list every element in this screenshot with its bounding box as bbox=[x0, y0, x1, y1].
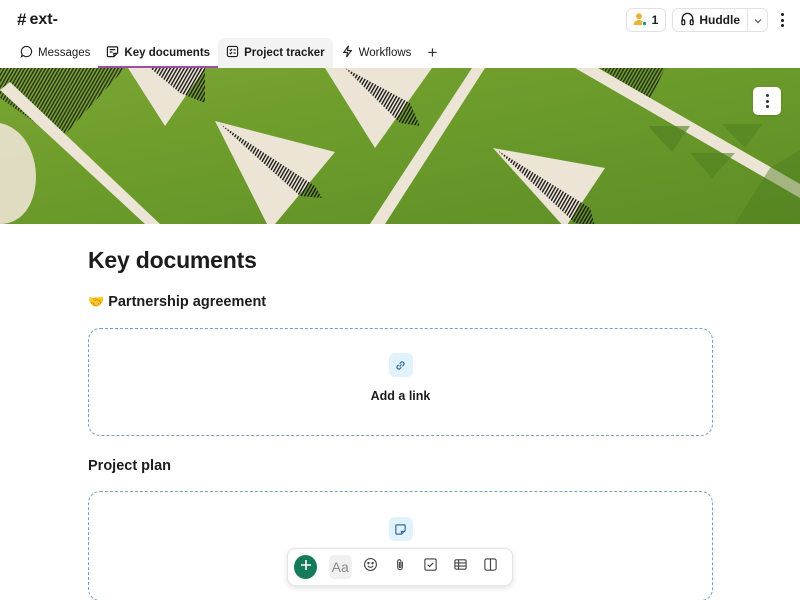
section-heading-text: Partnership agreement bbox=[108, 294, 267, 310]
channel-name: ext- bbox=[29, 11, 58, 28]
channel-header: # ext- 1 Huddle bbox=[0, 0, 800, 40]
text-style-button[interactable]: Aa bbox=[328, 555, 352, 579]
banner-options-button[interactable] bbox=[753, 87, 781, 115]
channel-tabs: Messages Key documents Project tracker W… bbox=[0, 38, 800, 68]
canvas-note-icon bbox=[388, 517, 413, 541]
tab-key-documents[interactable]: Key documents bbox=[98, 38, 218, 68]
columns-icon bbox=[483, 557, 498, 577]
table-icon bbox=[453, 557, 468, 577]
huddle-label: Huddle bbox=[699, 13, 740, 27]
attachment-icon bbox=[393, 557, 408, 577]
kebab-dot bbox=[765, 99, 769, 103]
kebab-dot bbox=[780, 13, 784, 16]
message-bubble-icon bbox=[20, 45, 33, 61]
emoji-button[interactable] bbox=[359, 555, 382, 579]
page-title: Key documents bbox=[88, 247, 257, 273]
hash-icon: # bbox=[17, 10, 27, 29]
tab-workflows[interactable]: Workflows bbox=[333, 38, 420, 68]
huddle-button[interactable]: Huddle bbox=[673, 9, 747, 31]
tab-label: Project tracker bbox=[244, 47, 325, 59]
tab-label: Key documents bbox=[124, 47, 211, 59]
channel-title[interactable]: # ext- bbox=[17, 10, 58, 30]
add-link-label: Add a link bbox=[370, 389, 431, 403]
person-icon bbox=[633, 12, 647, 29]
add-tab-button[interactable]: + bbox=[419, 38, 445, 68]
huddle-menu-button[interactable] bbox=[747, 9, 767, 31]
canvas-icon bbox=[106, 45, 119, 61]
header-actions: 1 Huddle bbox=[625, 8, 790, 32]
more-options-button[interactable] bbox=[774, 8, 790, 32]
list-icon bbox=[226, 45, 239, 61]
handshake-icon: 🤝 bbox=[88, 294, 105, 309]
attach-file-button[interactable] bbox=[389, 555, 412, 579]
add-icon bbox=[300, 558, 312, 576]
link-icon bbox=[388, 353, 413, 377]
section-heading-partnership: 🤝 Partnership agreement bbox=[88, 294, 266, 310]
text-style-icon: Aa bbox=[331, 559, 349, 575]
tab-label: Workflows bbox=[358, 47, 412, 59]
checklist-button[interactable] bbox=[419, 555, 442, 579]
add-link-placeholder[interactable]: Add a link bbox=[88, 328, 713, 436]
tab-label: Messages bbox=[38, 47, 91, 59]
canvas-formatting-toolbar: Aa bbox=[287, 548, 513, 586]
checklist-icon bbox=[423, 557, 438, 577]
plus-icon: + bbox=[427, 43, 438, 62]
tab-project-tracker[interactable]: Project tracker bbox=[218, 38, 333, 68]
table-button[interactable] bbox=[449, 555, 472, 579]
emoji-icon bbox=[363, 557, 378, 577]
chevron-down-icon bbox=[754, 11, 762, 29]
section-heading-text: Project plan bbox=[88, 458, 171, 474]
huddle-button-group: Huddle bbox=[672, 8, 768, 32]
kebab-dot bbox=[780, 18, 784, 22]
members-button[interactable]: 1 bbox=[625, 8, 667, 32]
add-element-button[interactable] bbox=[294, 555, 318, 579]
members-count: 1 bbox=[651, 13, 659, 27]
lightning-icon bbox=[341, 45, 354, 61]
tab-messages[interactable]: Messages bbox=[12, 38, 98, 68]
banner-illustration bbox=[0, 68, 800, 224]
headphones-icon bbox=[680, 11, 695, 29]
kebab-dot bbox=[765, 105, 769, 108]
kebab-dot bbox=[765, 94, 769, 97]
canvas-banner bbox=[0, 68, 800, 224]
columns-button[interactable] bbox=[479, 555, 502, 579]
kebab-dot bbox=[780, 24, 784, 27]
section-heading-project-plan: Project plan bbox=[88, 458, 171, 474]
